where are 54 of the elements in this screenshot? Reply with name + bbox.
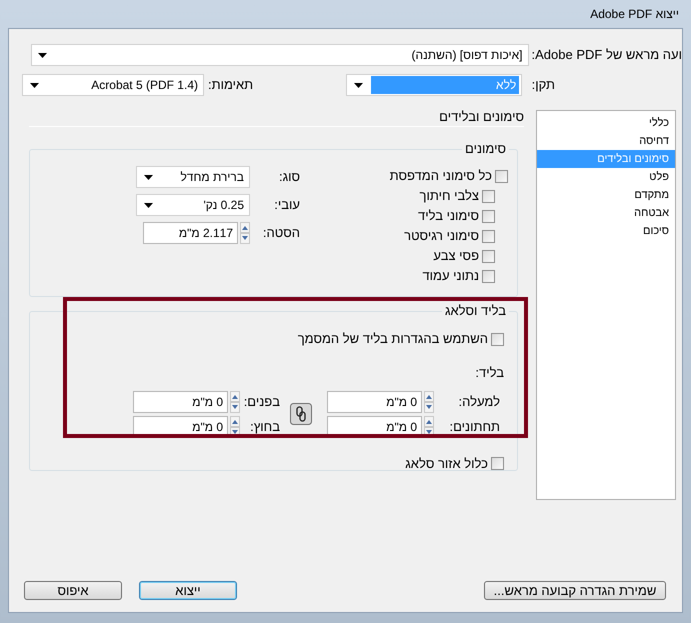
field-label: בחוץ:: [249, 418, 280, 436]
window-title: ייצוא Adobe PDF: [590, 6, 679, 23]
checkbox-label: כל סימוני המדפסת: [390, 167, 492, 186]
field-label: ועה מראש של Adobe PDF:: [532, 46, 682, 64]
spin-arrows-icon[interactable]: [230, 390, 240, 412]
caret-icon: [30, 82, 39, 88]
button[interactable]: ייצוא: [139, 581, 237, 600]
checkbox[interactable]: [482, 230, 495, 242]
checkbox[interactable]: [491, 457, 504, 470]
spinner-field[interactable]: 0 מ"מ: [327, 390, 422, 412]
dropdown[interactable]: Acrobat 5 (PDF 1.4): [22, 74, 204, 96]
checkbox-label: צלבי חיתוך: [420, 187, 479, 206]
spin-arrows-icon[interactable]: [240, 222, 250, 244]
caret-icon: [144, 174, 152, 180]
checkbox-label: סימוני רגיסטר: [404, 227, 479, 246]
checkbox[interactable]: [482, 250, 495, 262]
checkbox[interactable]: [491, 332, 504, 346]
chain-link-icon[interactable]: [290, 403, 312, 425]
checkbox-label: פסי צבע: [433, 247, 479, 266]
checkbox[interactable]: [482, 190, 495, 202]
sidebar-item[interactable]: כללי: [537, 114, 675, 132]
checkbox-label: כלול אזור סלאג: [405, 454, 488, 473]
sidebar-item[interactable]: מתקדם: [537, 186, 675, 204]
dropdown[interactable]: [איכות דפוס] (השתנה): [30, 44, 528, 66]
caret-icon: [354, 82, 363, 88]
caret-icon: [38, 52, 47, 58]
sidebar-item[interactable]: אבטחה: [537, 204, 675, 222]
spinner-field[interactable]: 2.117 מ"מ: [143, 222, 238, 244]
checkbox-label: נתוני עמוד: [422, 267, 479, 286]
field-label: תאימות:: [208, 76, 254, 94]
field-label: הסטה:: [262, 224, 300, 242]
field-label: סוג:: [278, 168, 300, 186]
checkbox-label: סימוני בליד: [418, 207, 479, 226]
checkbox[interactable]: [482, 270, 495, 282]
field-label: בליד:: [475, 364, 504, 382]
button[interactable]: איפוס: [24, 581, 122, 600]
dropdown[interactable]: ברירת מחדל: [136, 166, 250, 188]
checkbox[interactable]: [482, 210, 495, 222]
field-label: בפנים:: [242, 392, 280, 411]
field-label: עובי:: [273, 196, 300, 214]
sidebar-item[interactable]: דחיסה: [537, 132, 675, 150]
field-label: תקן:: [530, 76, 555, 94]
spin-arrows-icon[interactable]: [424, 390, 434, 412]
sidebar-item[interactable]: פלט: [537, 168, 675, 186]
dropdown[interactable]: 0.25 נק': [136, 194, 250, 216]
checkbox-label: השתמש בהגדרות בליד של המסמך: [298, 330, 488, 348]
spinner-field[interactable]: 0 מ"מ: [133, 390, 228, 412]
sidebar-item[interactable]: סיכום: [537, 222, 675, 240]
field-label: למעלה:: [458, 392, 501, 411]
caret-icon: [144, 202, 152, 208]
section-title: סימונים ובלידים: [439, 110, 524, 124]
button[interactable]: שמירת הגדרה קבועה מראש...: [484, 581, 666, 600]
checkbox[interactable]: [495, 170, 508, 182]
field-label: תחתונים:: [448, 418, 501, 436]
